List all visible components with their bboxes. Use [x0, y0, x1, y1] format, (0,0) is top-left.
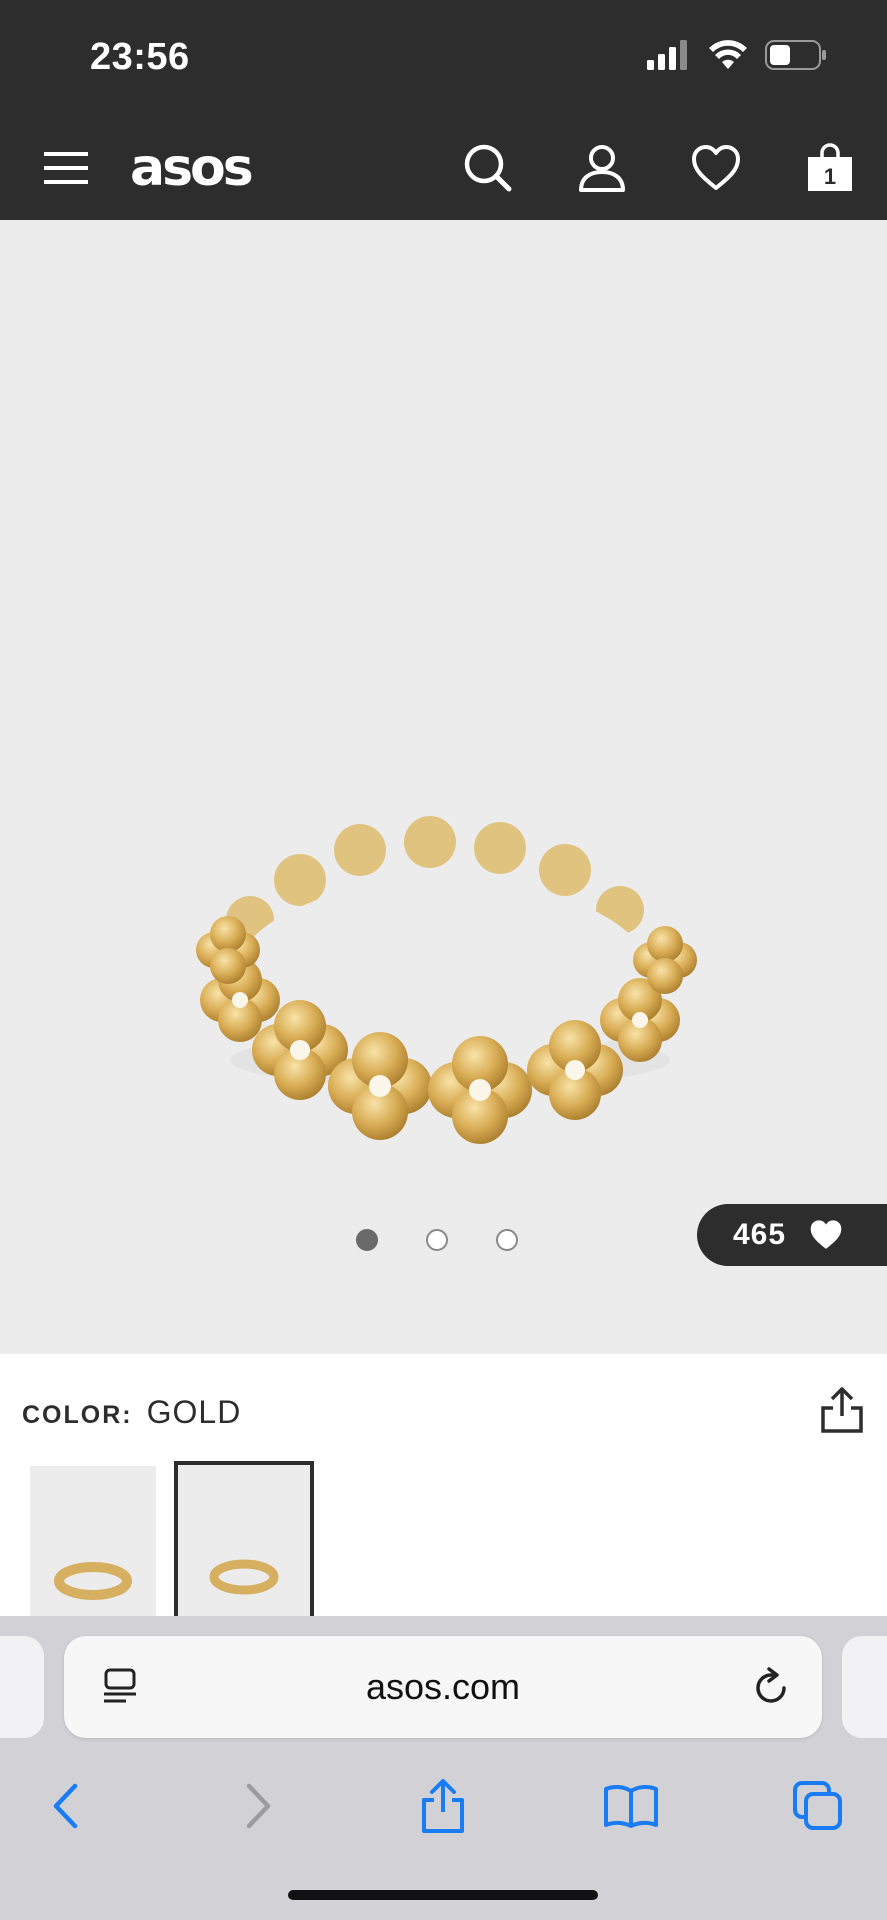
- tabs-icon: [793, 1781, 842, 1830]
- bookmarks-icon: [604, 1784, 658, 1828]
- reader-icon[interactable]: [102, 1668, 140, 1706]
- account-button[interactable]: [570, 136, 634, 200]
- account-icon: [579, 145, 625, 192]
- address-bar[interactable]: asos.com: [64, 1636, 822, 1738]
- bag-button[interactable]: 1: [798, 136, 862, 200]
- pagination-dot-3[interactable]: [496, 1229, 518, 1251]
- next-tab-preview[interactable]: [842, 1636, 887, 1738]
- menu-icon: [44, 152, 88, 184]
- status-time: 23:56: [90, 36, 190, 78]
- home-indicator: [288, 1890, 598, 1900]
- browser-bottom-bar: asos.com: [0, 1616, 887, 1920]
- share-icon: [821, 1387, 863, 1433]
- forward-icon: [246, 1783, 271, 1829]
- browser-toolbar: [0, 1756, 887, 1856]
- saves-badge[interactable]: 465: [697, 1204, 887, 1266]
- pagination-dot-1[interactable]: [356, 1229, 378, 1251]
- ring-image: [196, 816, 697, 1144]
- share-product-button[interactable]: [820, 1386, 870, 1436]
- forward-button[interactable]: [218, 1756, 298, 1856]
- asos-logo[interactable]: asos: [130, 138, 254, 198]
- heart-icon: [692, 145, 740, 190]
- bag-count: 1: [823, 164, 837, 189]
- share-icon: [422, 1779, 464, 1833]
- menu-button[interactable]: [34, 136, 98, 200]
- share-button[interactable]: [403, 1756, 483, 1856]
- status-bar: 23:56: [0, 0, 887, 118]
- ring-thumbnail-image: [54, 1562, 132, 1600]
- search-button[interactable]: [456, 136, 520, 200]
- reload-icon[interactable]: [752, 1666, 792, 1708]
- color-value: GOLD: [146, 1394, 242, 1430]
- saves-count: 465: [733, 1218, 787, 1251]
- thumbnail-1[interactable]: [30, 1466, 156, 1616]
- color-row: COLOR: GOLD: [22, 1394, 241, 1431]
- wifi-icon: [709, 40, 747, 69]
- heart-filled-icon: [810, 1220, 842, 1249]
- pagination-dot-2[interactable]: [426, 1229, 448, 1251]
- previous-tab-preview[interactable]: [0, 1636, 44, 1738]
- ring-thumbnail-image: [209, 1559, 279, 1595]
- battery-icon: [765, 40, 826, 70]
- back-icon: [53, 1783, 78, 1829]
- thumbnail-2[interactable]: [174, 1461, 314, 1621]
- search-icon: [464, 144, 512, 192]
- color-label: COLOR:: [22, 1401, 133, 1429]
- top-nav: asos 1: [0, 118, 887, 220]
- signal-icon: [647, 40, 687, 70]
- saved-items-button[interactable]: [684, 136, 748, 200]
- url-text: asos.com: [365, 1666, 521, 1707]
- tabs-button[interactable]: [778, 1756, 858, 1856]
- back-button[interactable]: [26, 1756, 106, 1856]
- status-icons: [647, 40, 827, 70]
- product-image[interactable]: [0, 220, 887, 1354]
- bookmarks-button[interactable]: [591, 1756, 671, 1856]
- image-pagination: [356, 1229, 518, 1251]
